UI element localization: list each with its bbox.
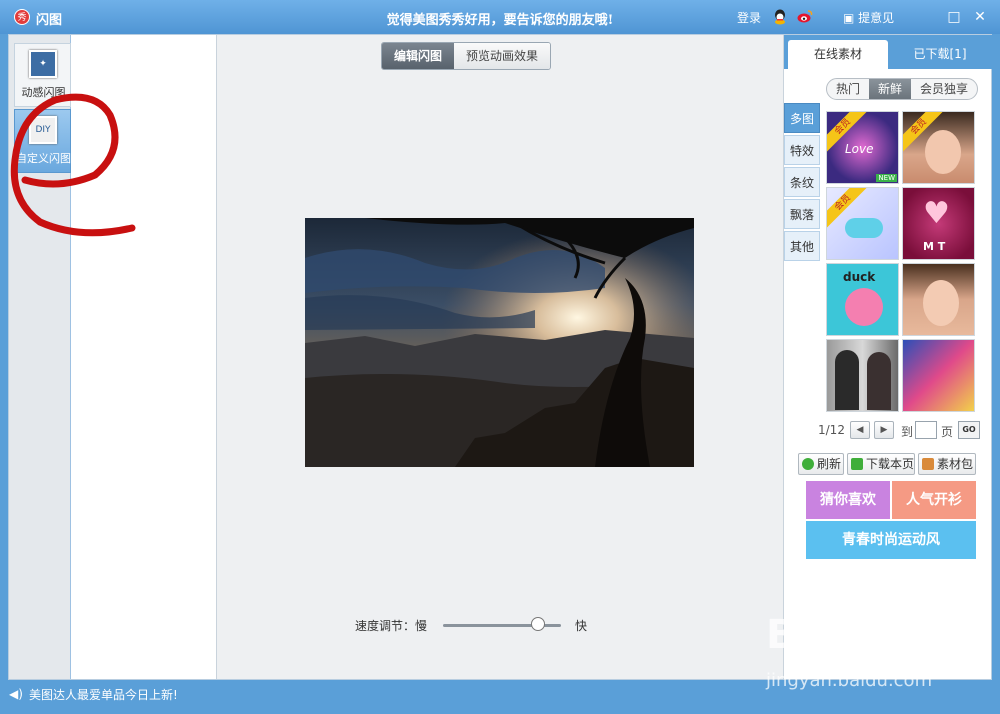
maximize-icon[interactable]: □ <box>946 9 962 25</box>
watermark-brand: Baidu经验 <box>766 612 982 658</box>
next-page-button[interactable]: ▶ <box>874 421 894 439</box>
tool-dynamic-flash[interactable]: ✦ 动感闪图 <box>14 43 71 107</box>
material-thumbnail[interactable] <box>902 339 975 412</box>
diy-frame-icon: DIY <box>29 116 57 144</box>
material-actions: 刷新 下载本页 素材包 <box>798 453 978 477</box>
landscape-photo <box>305 218 694 467</box>
page-indicator: 1/12 <box>818 423 845 437</box>
slogan-link[interactable]: 觉得美图秀秀好用，要告诉您的朋友哦! <box>330 9 670 28</box>
material-pack-button[interactable]: 素材包 <box>918 453 976 475</box>
refresh-label: 刷新 <box>817 457 842 471</box>
person-illustration <box>835 350 859 410</box>
category-other[interactable]: 其他 <box>784 231 820 261</box>
feedback-button[interactable]: ▣ 提意见 <box>843 9 894 26</box>
page-number-input[interactable] <box>915 421 937 439</box>
tab-preview-animation[interactable]: 预览动画效果 <box>454 43 551 69</box>
baidu-watermark: Baidu经验 jingyan.baidu.com <box>762 602 992 694</box>
speed-slider-handle[interactable] <box>531 617 546 631</box>
pager: 1/12 ◀ ▶ 到 页 GO <box>818 421 988 441</box>
subtab-fresh[interactable]: 新鲜 <box>869 79 912 99</box>
material-thumbnail[interactable]: 会员 Love NEW <box>826 111 899 184</box>
subtab-vip[interactable]: 会员独享 <box>911 79 977 99</box>
chat-bubble-icon: ▣ <box>843 11 855 25</box>
close-icon[interactable]: ✕ <box>972 9 988 25</box>
download-icon <box>851 458 863 470</box>
tool-sidebar: ✦ 动感闪图 DIY 自定义闪图 <box>9 35 71 679</box>
sparkle-frame-icon: ✦ <box>29 50 57 78</box>
cartoon-shape <box>845 288 883 326</box>
material-thumbnail[interactable]: ♥ M T <box>902 187 975 260</box>
refresh-button[interactable]: 刷新 <box>798 453 844 475</box>
canvas-area: 编辑闪图 预览动画效果 速度调节：慢 快 <box>217 35 783 679</box>
material-thumbnail[interactable]: 会员 <box>902 111 975 184</box>
package-label: 素材包 <box>937 457 974 471</box>
face-illustration <box>923 280 959 326</box>
cartoon-shape <box>845 218 883 238</box>
material-thumbnail[interactable] <box>902 263 975 336</box>
download-label: 下载本页 <box>866 457 915 471</box>
thumbnail-caption: M T <box>923 240 946 253</box>
material-thumbnail[interactable]: 会员 <box>826 187 899 260</box>
download-page-button[interactable]: 下载本页 <box>847 453 915 475</box>
tab-online-materials[interactable]: 在线素材 <box>788 40 888 69</box>
page-label: 页 <box>941 425 954 439</box>
speed-fast-label: 快 <box>575 619 588 633</box>
material-tabs: 在线素材 已下载[1] <box>784 35 992 69</box>
tool-custom-flash[interactable]: DIY 自定义闪图 <box>14 109 71 173</box>
refresh-icon <box>802 458 814 470</box>
prev-page-button[interactable]: ◀ <box>850 421 870 439</box>
category-falling[interactable]: 飘落 <box>784 199 820 229</box>
subtab-hot[interactable]: 热门 <box>827 79 869 99</box>
sort-tabs: 热门 新鲜 会员独享 <box>826 78 979 100</box>
watermark-url: jingyan.baidu.com <box>766 670 933 691</box>
speaker-icon: ◀) <box>9 687 23 701</box>
category-effects[interactable]: 特效 <box>784 135 820 165</box>
app-title: 闪图 <box>36 13 63 28</box>
app-logo-icon: 秀 <box>14 9 30 25</box>
person-illustration <box>867 352 891 410</box>
status-message[interactable]: 美图达人最爱单品今日上新! <box>29 686 178 703</box>
promo-popular-cardigan[interactable]: 人气开衫 <box>892 481 976 519</box>
category-stripes[interactable]: 条纹 <box>784 167 820 197</box>
feedback-label: 提意见 <box>858 11 895 25</box>
login-link[interactable]: 登录 <box>737 9 761 26</box>
tool-label: 自定义闪图 <box>16 152 71 165</box>
tool-label: 动感闪图 <box>21 86 66 99</box>
thumbnail-caption: Love <box>845 142 874 156</box>
frame-list-panel[interactable] <box>71 35 217 679</box>
main-window: ✦ 动感闪图 DIY 自定义闪图 编辑闪图 预览动画效果 速度调节：慢 快 在线… <box>8 34 992 680</box>
go-button[interactable]: GO <box>958 421 980 439</box>
material-thumbnail[interactable] <box>826 339 899 412</box>
mode-toggle: 编辑闪图 预览动画效果 <box>381 42 552 70</box>
goto-label: 到 <box>901 425 914 439</box>
thumbnail-caption: duck <box>843 270 876 284</box>
face-illustration <box>925 130 961 174</box>
qq-icon[interactable] <box>773 9 787 25</box>
heart-icon: ♥ <box>923 196 950 231</box>
speed-control: 速度调节：慢 快 <box>355 615 655 635</box>
promo-guess-you-like[interactable]: 猜你喜欢 <box>806 481 890 519</box>
new-badge: NEW <box>876 174 897 182</box>
title-bar: 秀 闪图 觉得美图秀秀好用，要告诉您的朋友哦! 登录 ▣ 提意见 □ ✕ <box>0 0 1000 34</box>
package-icon <box>922 458 934 470</box>
category-multi[interactable]: 多图 <box>784 103 820 133</box>
promo-sport-style[interactable]: 青春时尚运动风 <box>806 521 976 559</box>
weibo-icon[interactable] <box>797 9 813 23</box>
tab-downloaded[interactable]: 已下载[1] <box>890 40 990 69</box>
tab-edit-flash[interactable]: 编辑闪图 <box>382 43 455 69</box>
speed-slow-label: 速度调节：慢 <box>355 619 428 633</box>
material-panel: 在线素材 已下载[1] 热门 新鲜 会员独享 多图 特效 条纹 飘落 其他 会员… <box>783 35 992 679</box>
material-thumbnail[interactable]: duck <box>826 263 899 336</box>
